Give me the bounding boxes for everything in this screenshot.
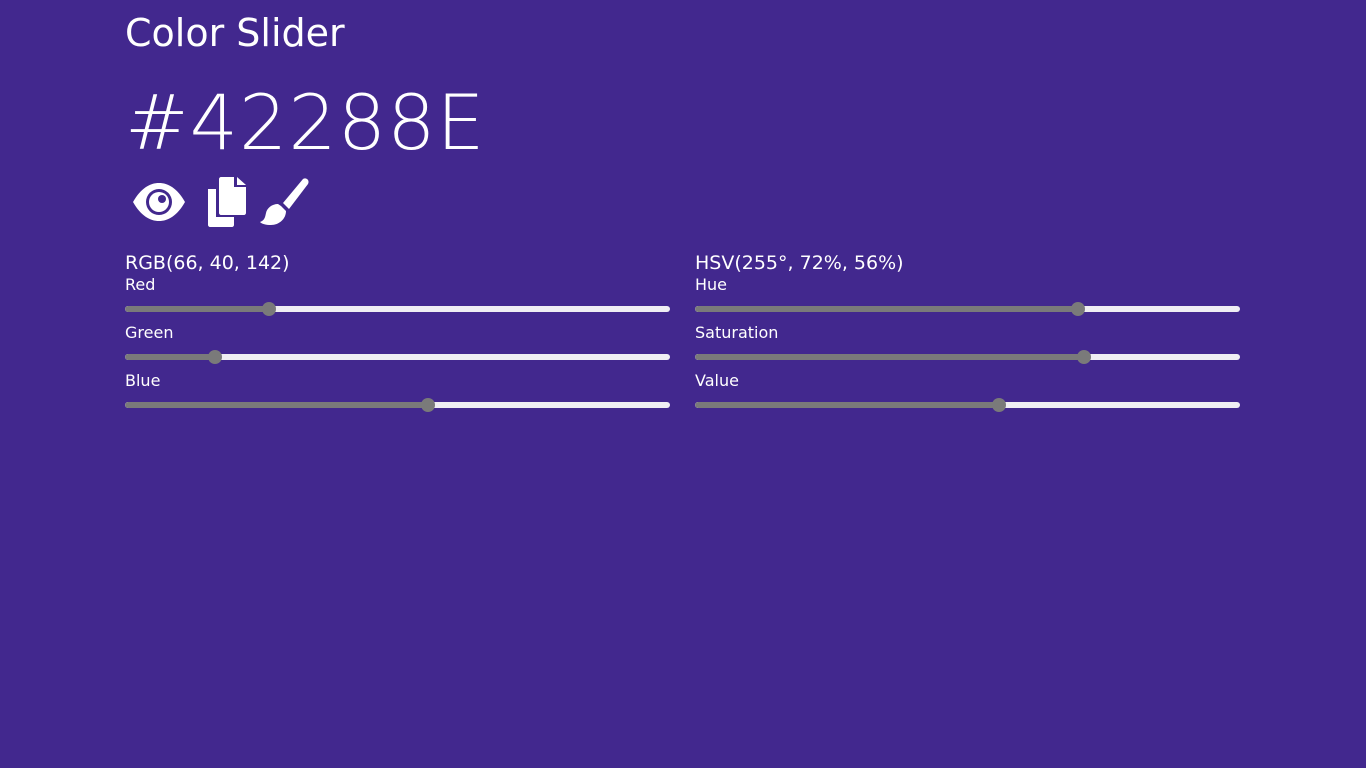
- page-title: Color Slider: [125, 11, 345, 55]
- green-slider-group: Green: [125, 324, 670, 372]
- saturation-slider-track: [695, 354, 1240, 360]
- rgb-heading: RGB(66, 40, 142): [125, 252, 290, 274]
- hue-slider-track: [695, 306, 1240, 312]
- rgb-panel: RGB(66, 40, 142) Red Green Blue: [125, 250, 670, 420]
- value-slider-track: [695, 402, 1240, 408]
- green-slider-track: [125, 354, 670, 360]
- value-slider-fill: [695, 402, 1000, 408]
- saturation-slider-group: Saturation: [695, 324, 1240, 372]
- hsv-panel: HSV(255°, 72%, 56%) Hue Saturation Value: [695, 250, 1240, 420]
- green-slider-fill: [125, 354, 216, 360]
- red-slider-fill: [125, 306, 270, 312]
- green-label: Green: [125, 323, 174, 342]
- blue-slider-fill: [125, 402, 428, 408]
- hue-slider-group: Hue: [695, 276, 1240, 324]
- red-slider[interactable]: [125, 302, 670, 316]
- red-label: Red: [125, 275, 156, 294]
- red-slider-group: Red: [125, 276, 670, 324]
- saturation-slider-thumb[interactable]: [1077, 350, 1092, 364]
- value-label: Value: [695, 371, 739, 390]
- eye-icon[interactable]: [129, 177, 189, 227]
- action-toolbar: [125, 174, 313, 230]
- blue-label: Blue: [125, 371, 161, 390]
- saturation-slider-fill: [695, 354, 1085, 360]
- green-slider-thumb[interactable]: [208, 350, 223, 364]
- red-slider-track: [125, 306, 670, 312]
- hue-slider[interactable]: [695, 302, 1240, 316]
- blue-slider-track: [125, 402, 670, 408]
- value-slider[interactable]: [695, 398, 1240, 412]
- value-slider-group: Value: [695, 372, 1240, 420]
- hsv-heading: HSV(255°, 72%, 56%): [695, 252, 904, 274]
- value-slider-thumb[interactable]: [992, 398, 1007, 412]
- blue-slider-group: Blue: [125, 372, 670, 420]
- green-slider[interactable]: [125, 350, 670, 364]
- hue-slider-fill: [695, 306, 1079, 312]
- blue-slider-thumb[interactable]: [420, 398, 435, 412]
- saturation-slider[interactable]: [695, 350, 1240, 364]
- saturation-label: Saturation: [695, 323, 779, 342]
- red-slider-thumb[interactable]: [262, 302, 277, 316]
- hex-value: #42288E: [125, 78, 486, 167]
- hue-label: Hue: [695, 275, 728, 294]
- paint-brush-icon[interactable]: [257, 175, 313, 229]
- copy-icon[interactable]: [201, 176, 251, 228]
- hue-slider-thumb[interactable]: [1071, 302, 1086, 316]
- blue-slider[interactable]: [125, 398, 670, 412]
